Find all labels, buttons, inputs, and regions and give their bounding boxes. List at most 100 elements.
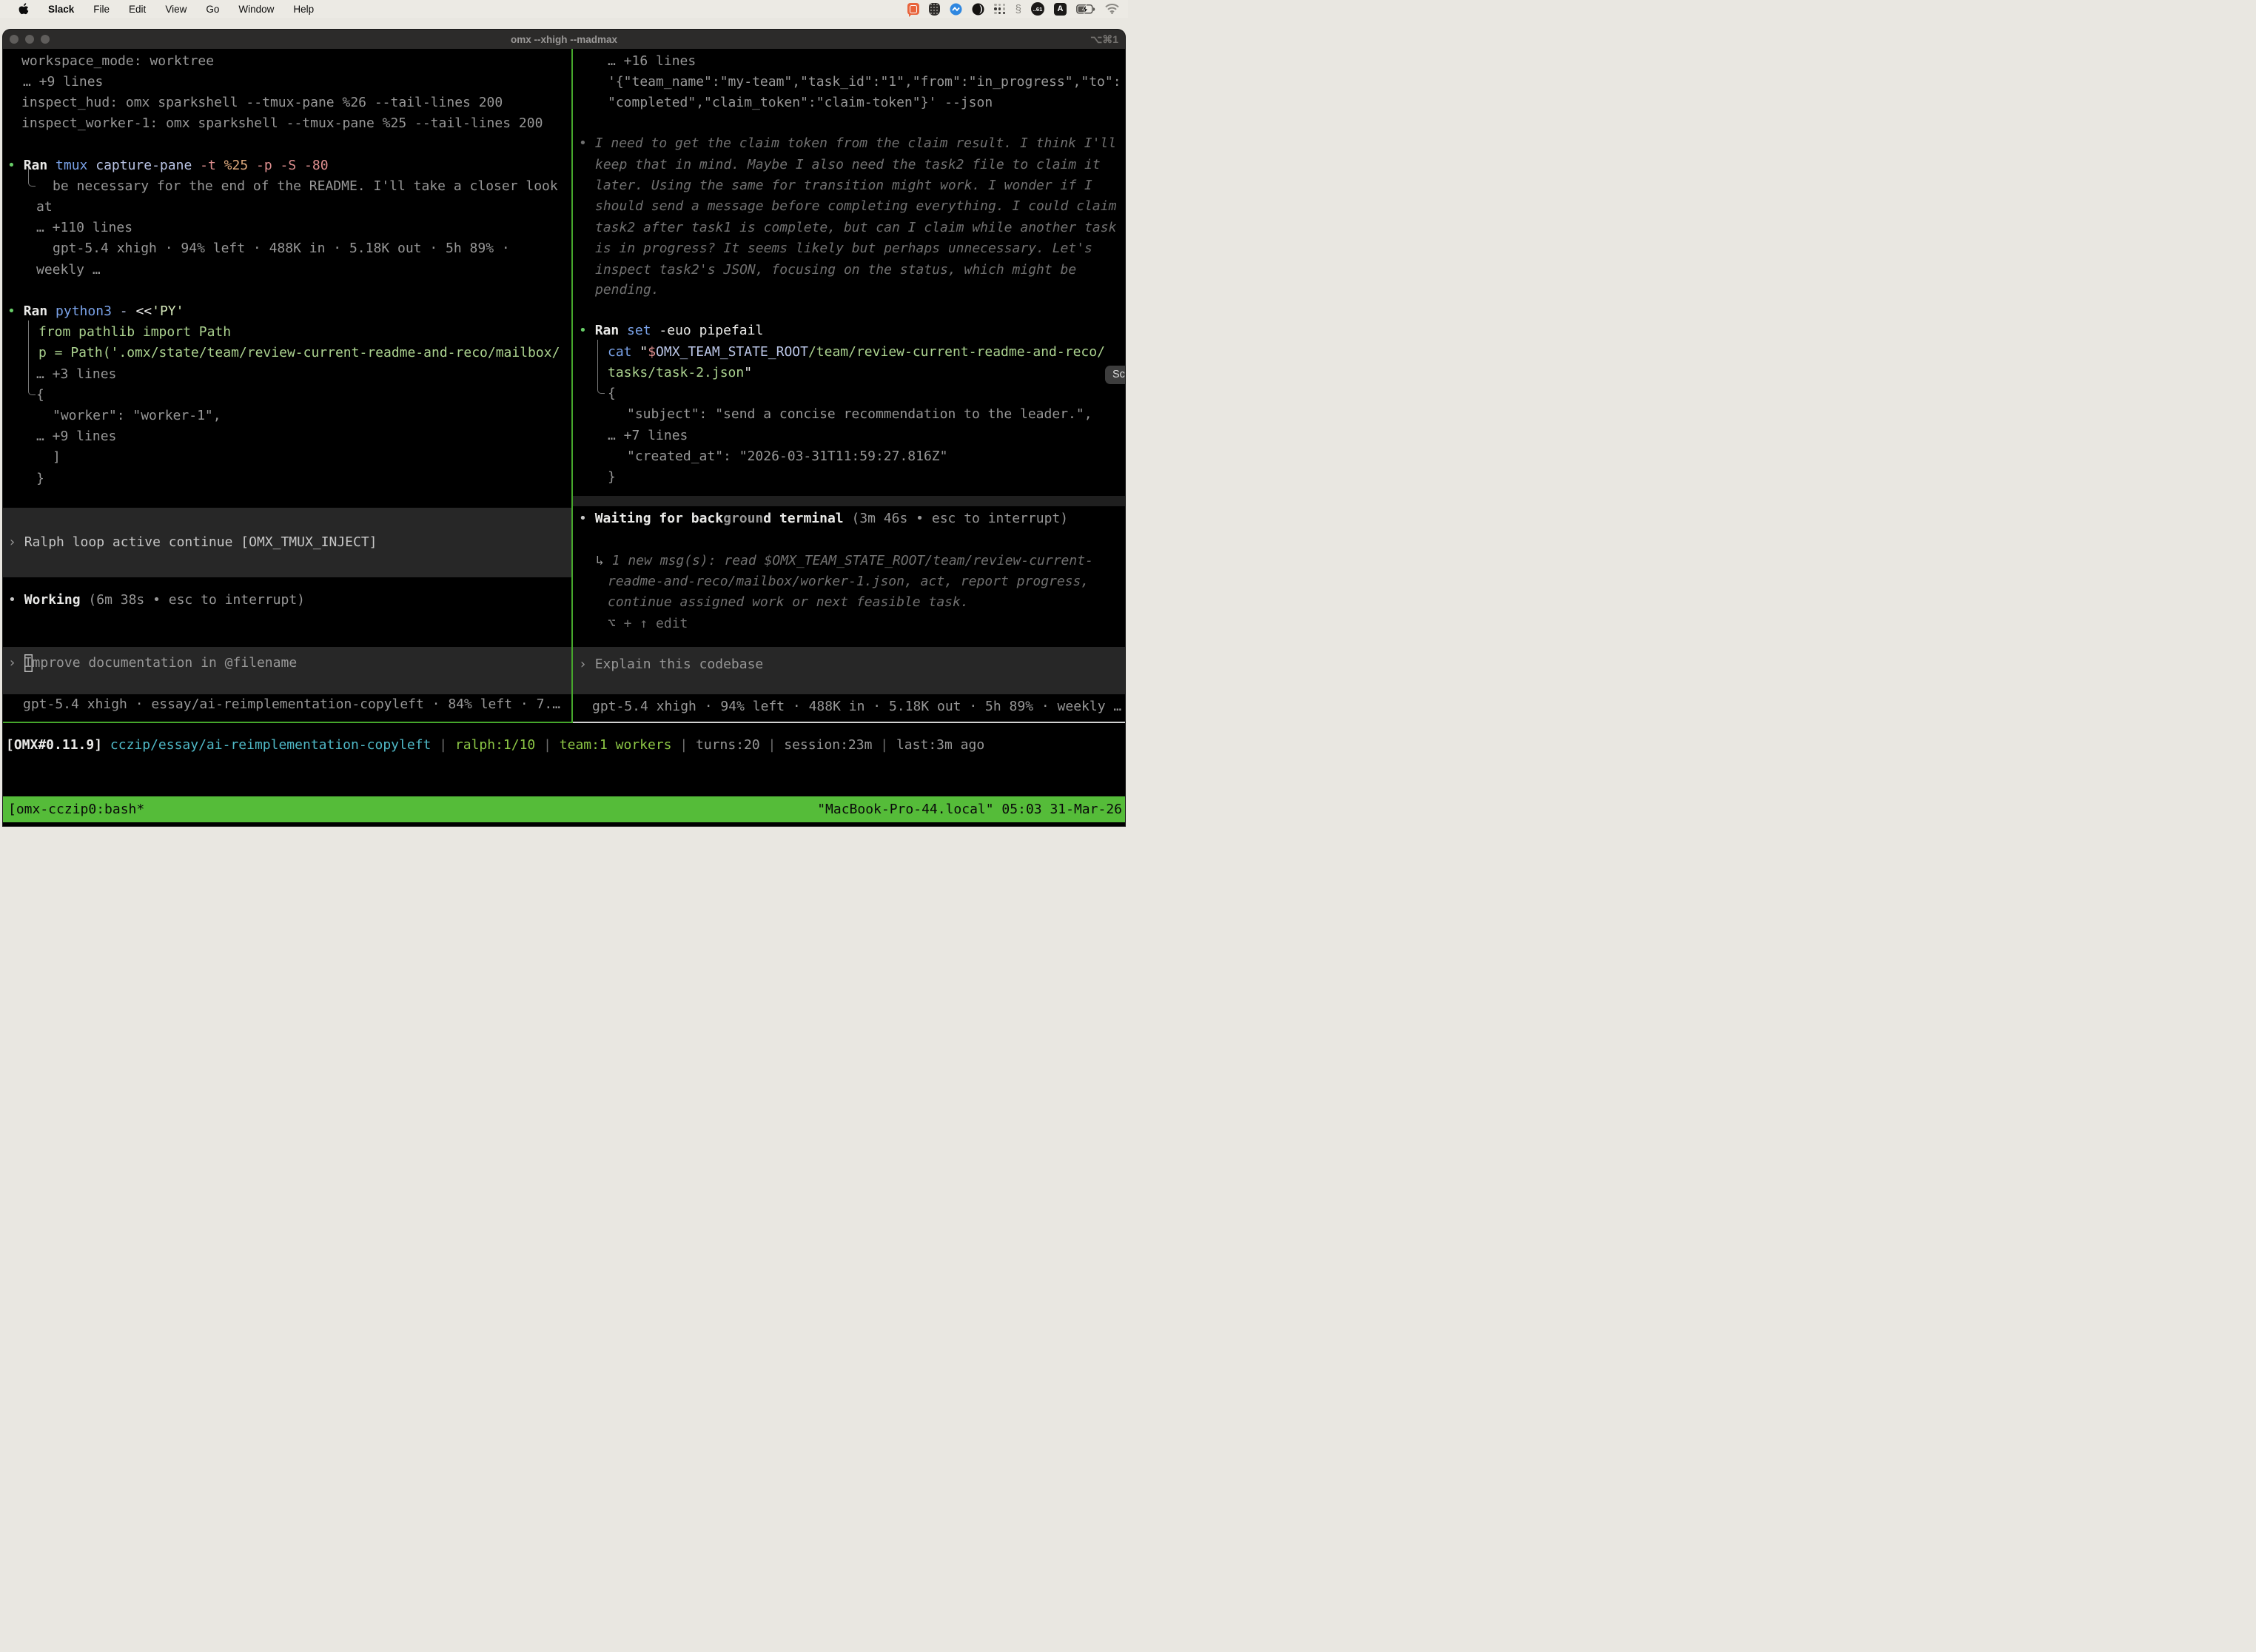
terminal-line: gpt-5.4 xhigh · 94% left · 488K in · 5.1… — [53, 238, 510, 259]
wifi-icon[interactable] — [1105, 4, 1119, 14]
terminal-line: … +9 lines — [36, 426, 116, 447]
terminal-line: "subject": "send a concise recommendatio… — [627, 404, 1092, 425]
terminal-line: task2 after task1 is complete, but can I… — [595, 218, 1116, 238]
terminal-line: workspace_mode: worktree — [21, 51, 214, 72]
terminal-text: ⌥ + ↑ edit — [608, 616, 688, 631]
terminal-text: groun — [723, 511, 763, 526]
terminal-line: continue assigned work or next feasible … — [608, 592, 969, 613]
terminal-line: } — [36, 469, 44, 489]
terminal-line: inspect_worker-1: omx sparkshell --tmux-… — [21, 113, 543, 134]
terminal-text: " — [639, 344, 648, 360]
terminal-text: ↳ — [596, 553, 612, 568]
terminal-text: mprove documentation in @filename — [33, 655, 298, 671]
terminal-text: OMX_TEAM_STATE_ROOT — [656, 344, 808, 360]
terminal-text: (3m 46s • esc to interrupt) — [851, 511, 1068, 526]
terminal-text: -S — [281, 158, 305, 173]
terminal-line: pending. — [595, 280, 659, 300]
terminal-text: … +16 lines — [608, 53, 696, 69]
dots-grid-icon[interactable] — [994, 3, 1006, 15]
terminal-text: inspect_worker-1: omx sparkshell --tmux-… — [21, 115, 543, 131]
apple-logo-icon[interactable] — [19, 3, 29, 16]
right-terminal-pane[interactable]: … +16 lines'{"team_name":"my-team","task… — [573, 49, 1125, 722]
terminal-text: | — [872, 737, 896, 753]
terminal-line: is in progress? It seems likely but perh… — [595, 238, 1092, 259]
contrast-icon[interactable] — [972, 3, 984, 16]
terminal-line: › Ralph loop active continue [OMX_TMUX_I… — [8, 532, 377, 553]
terminal-text: • — [7, 158, 24, 173]
terminal-line: } — [608, 467, 616, 488]
terminal-text: I — [24, 654, 33, 672]
terminal-line: › Improve documentation in @filename — [8, 653, 297, 674]
terminal-text: inspect task2's JSON, focusing on the st… — [595, 262, 1076, 278]
terminal-text: Ran — [24, 158, 56, 173]
terminal-line: cat "$OMX_TEAM_STATE_ROOT/team/review-cu… — [608, 342, 1105, 363]
omx-status-line: [OMX#0.11.9] cczip/essay/ai-reimplementa… — [6, 735, 984, 756]
blue-badge-icon[interactable] — [950, 3, 962, 16]
terminal-text: p = Path('.omx/state/team/review-current… — [38, 345, 560, 360]
terminal-line: keep that in mind. Maybe I also need the… — [595, 155, 1101, 175]
menu-item-go[interactable]: Go — [206, 4, 219, 15]
terminal-text: 1 new msg(s): read $OMX_TEAM_STATE_ROOT/… — [612, 553, 1093, 568]
terminal-text: %25 — [224, 158, 256, 173]
terminal-text: - — [120, 303, 136, 319]
terminal-line: • Ran tmux capture-pane -t %25 -p -S -80 — [7, 155, 329, 176]
keypad-shield-icon[interactable] — [929, 3, 940, 16]
terminal-text: Ran — [24, 303, 56, 319]
terminal-text: } — [608, 469, 616, 485]
terminal-text: I need to get the claim token from the c… — [595, 135, 1116, 151]
window-title: omx --xhigh --madmax — [3, 34, 1125, 45]
menu-item-file[interactable]: File — [93, 4, 110, 15]
terminal-text: workspace_mode: worktree — [21, 53, 214, 69]
tmux-host-clock: "MacBook-Pro-44.local" 05:03 31-Mar-26 — [817, 802, 1125, 817]
terminal-line: { — [36, 385, 44, 406]
terminal-text: gpt-5.4 xhigh · 94% left · 488K in · 5.1… — [592, 699, 1121, 714]
terminal-text: " — [744, 365, 752, 380]
menu-item-edit[interactable]: Edit — [129, 4, 146, 15]
terminal-text: weekly … — [36, 262, 101, 278]
tmux-session-label: [omx-cczip0:bash* — [3, 802, 144, 817]
terminal-text: Explain this codebase — [595, 657, 764, 672]
terminal-text: inspect_hud: omx sparkshell --tmux-pane … — [21, 95, 503, 110]
terminal-line: • Ran python3 - <<'PY' — [7, 301, 184, 322]
terminal-text: capture-pane — [95, 158, 200, 173]
terminal-line: gpt-5.4 xhigh · 94% left · 488K in · 5.1… — [592, 696, 1121, 717]
terminal-line: gpt-5.4 xhigh · essay/ai-reimplementatio… — [23, 694, 560, 715]
terminal-line: inspect task2's JSON, focusing on the st… — [595, 260, 1076, 281]
terminal-text: cat — [608, 344, 639, 360]
terminal-text: Ran — [595, 323, 627, 338]
terminal-text: | — [672, 737, 696, 753]
count-badge-icon[interactable]: ..61 — [1031, 2, 1044, 16]
terminal-text: $ — [648, 344, 656, 360]
terminal-text: << — [135, 303, 152, 319]
window-title-bar: omx --xhigh --madmax ⌥⌘1 — [3, 30, 1125, 49]
terminal-text: tmux — [56, 158, 95, 173]
terminal-text: | — [535, 737, 560, 753]
menu-item-view[interactable]: View — [165, 4, 187, 15]
terminal-text: "created_at": "2026-03-31T11:59:27.816Z" — [627, 449, 947, 464]
battery-icon[interactable] — [1076, 4, 1095, 14]
terminal-text: from pathlib import Path — [38, 324, 231, 340]
terminal-text: last:3m ago — [896, 737, 984, 753]
terminal-text: team:1 workers — [560, 737, 672, 753]
terminal-text: should send a message before completing … — [595, 198, 1116, 214]
terminal-text: } — [36, 471, 44, 486]
menu-item-window[interactable]: Window — [238, 4, 274, 15]
menu-item-help[interactable]: Help — [293, 4, 314, 15]
terminal-text: "worker": "worker-1", — [53, 408, 221, 423]
terminal-text: Waiting for back — [595, 511, 723, 526]
left-terminal-pane[interactable]: workspace_mode: worktree … +9 lines inspec… — [3, 49, 571, 722]
left-pane-border — [3, 722, 573, 723]
terminal-line: weekly … — [36, 260, 101, 281]
section-squiggle-icon[interactable]: § — [1015, 3, 1021, 16]
terminal-text: cczip/essay/ai-reimplementation-copyleft — [110, 737, 431, 753]
terminal-line: … +9 lines — [23, 72, 103, 93]
terminal-text: (6m 38s • esc to interrupt) — [88, 592, 305, 608]
input-source-icon[interactable]: A — [1054, 3, 1067, 16]
window-shortcut-badge: ⌥⌘1 — [1090, 33, 1118, 46]
terminal-text: -80 — [304, 158, 329, 173]
terminal-line: • Waiting for background terminal (3m 46… — [579, 508, 1068, 529]
terminal-text: ralph:1/10 — [455, 737, 535, 753]
active-app-name[interactable]: Slack — [48, 4, 74, 15]
screen-sharing-icon[interactable] — [907, 3, 919, 15]
terminal-line: from pathlib import Path — [38, 322, 231, 343]
